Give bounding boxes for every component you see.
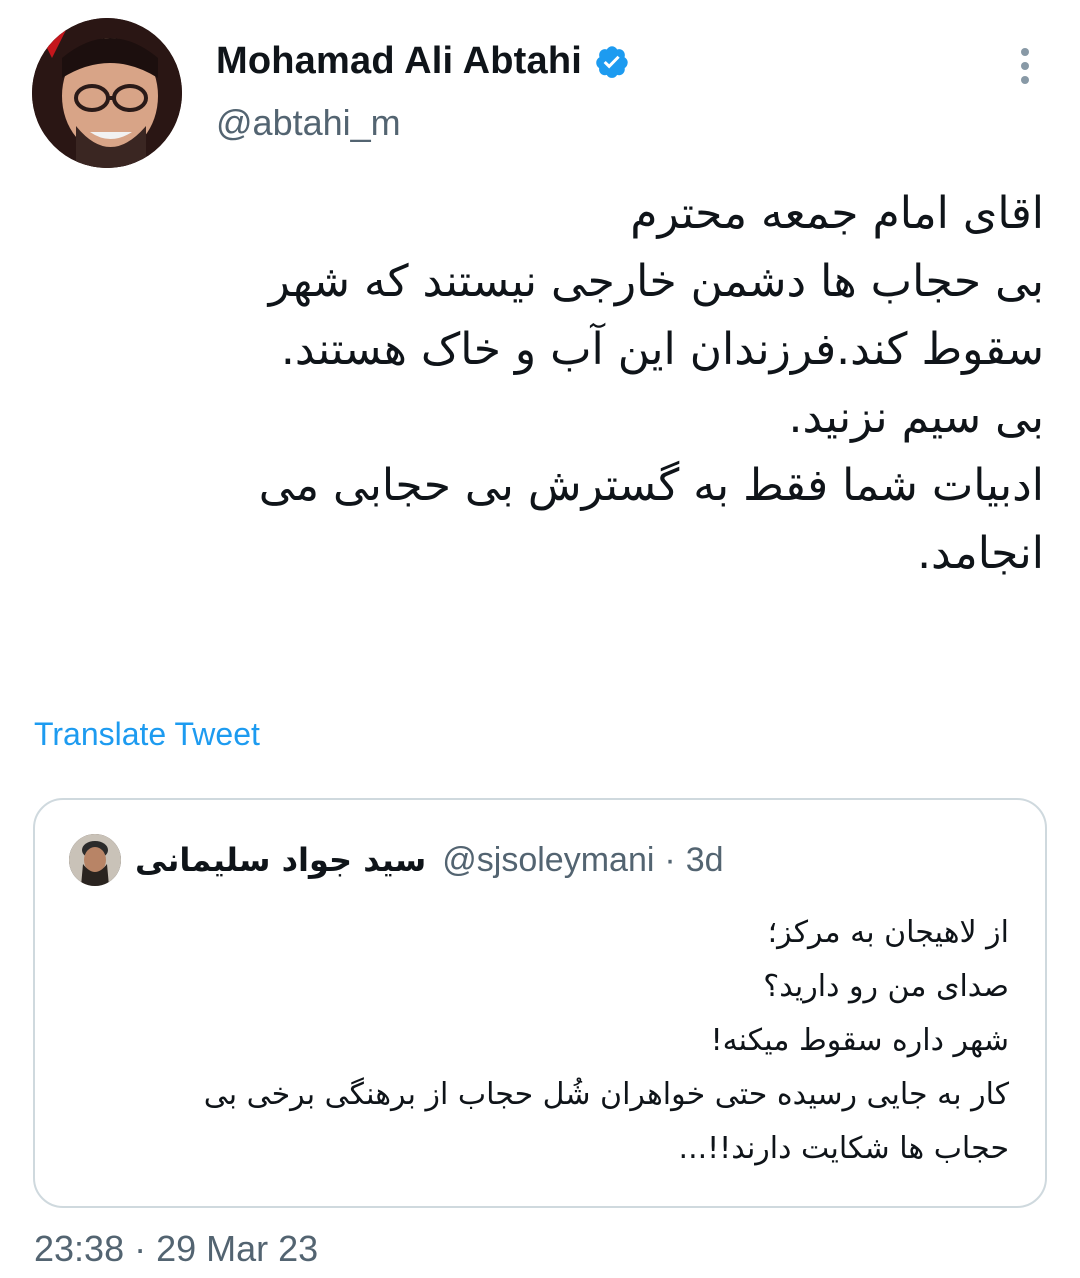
- quoted-avatar-portrait-icon: [69, 834, 121, 886]
- quoted-tweet-card[interactable]: سید جواد سلیمانی @sjsoleymani · 3d از لا…: [33, 798, 1047, 1208]
- author-display-name[interactable]: Mohamad Ali Abtahi: [216, 40, 582, 83]
- tweet-line: سقوط کند.فرزندان این آب و خاک هستند.: [280, 324, 1044, 375]
- tweet-text: اقای امام جمعه محترم بی حجاب ها دشمن خار…: [104, 180, 1044, 588]
- quoted-author-avatar: [69, 834, 121, 886]
- quoted-author-handle: @sjsoleymani: [442, 840, 655, 879]
- avatar-portrait-icon: [32, 18, 182, 168]
- quoted-author-name: سید جواد سلیمانی: [135, 841, 427, 879]
- quoted-line: از لاهیجان به مرکز؛: [767, 915, 1009, 950]
- tweet-line: ادبیات شما فقط به گسترش بی حجابی می: [258, 460, 1044, 511]
- tweet-page: Mohamad Ali Abtahi @abtahi_m اقای امام ج…: [0, 0, 1080, 1278]
- quoted-line: صدای من رو دارید؟: [763, 969, 1009, 1004]
- quoted-tweet-text: از لاهیجان به مرکز؛ صدای من رو دارید؟ شه…: [49, 906, 1009, 1176]
- quoted-line: حجاب ها شکایت دارند!!...: [678, 1131, 1009, 1166]
- more-vertical-icon[interactable]: [1010, 42, 1040, 86]
- author-handle[interactable]: @abtahi_m: [216, 102, 401, 144]
- quoted-tweet-header: سید جواد سلیمانی @sjsoleymani · 3d: [69, 834, 724, 886]
- quoted-line: شهر داره سقوط میکنه!: [710, 1023, 1009, 1058]
- quoted-tweet-age: 3d: [685, 840, 724, 879]
- author-name-row: Mohamad Ali Abtahi: [216, 40, 630, 83]
- author-avatar[interactable]: [32, 18, 182, 168]
- tweet-timestamp[interactable]: 23:38 · 29 Mar 23: [34, 1228, 318, 1270]
- separator-dot: ·: [664, 840, 676, 879]
- tweet-line: انجامد.: [917, 528, 1044, 579]
- tweet-line: بی حجاب ها دشمن خارجی نیستند که شهر: [268, 256, 1044, 307]
- tweet-line: بی سیم نزنید.: [788, 392, 1044, 443]
- translate-tweet-link[interactable]: Translate Tweet: [34, 716, 260, 753]
- verified-badge-icon: [596, 45, 628, 78]
- quoted-line: کار به جایی رسیده حتی خواهران شُل حجاب ا…: [203, 1077, 1009, 1112]
- tweet-line: اقای امام جمعه محترم: [630, 188, 1044, 239]
